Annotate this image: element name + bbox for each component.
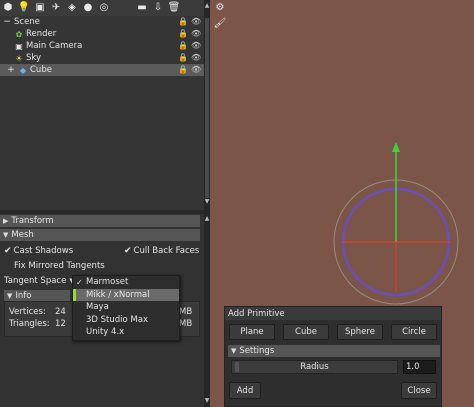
visibility-eye-icon[interactable]: 👁 [191,17,201,26]
tree-item-render[interactable]: ✿ Render 🔒 👁 [0,28,204,40]
tree-item-scene[interactable]: − Scene 🔒 👁 [0,16,204,28]
checkmark-icon: ✔ [4,246,12,256]
tree-item-label: Render [26,29,57,39]
tree-item-cube[interactable]: + ◆ Cube 🔒 👁 [0,64,204,76]
delete-icon[interactable]: 🗑 [168,2,181,14]
option-label: Mikk / xNormal [86,289,150,300]
fix-mirrored-tangents-checkbox[interactable]: Fix Mirrored Tangents [4,260,105,272]
lock-icon[interactable]: 🔒 [178,41,188,50]
tree-item-label: Main Camera [26,41,83,51]
slider-label: Radius [300,362,329,372]
checkbox-label: Cast Shadows [13,246,74,256]
select-label: Tangent Space [4,276,67,286]
panel-splitter[interactable] [0,210,204,214]
option-label: Unity 4.x [86,327,125,338]
tree-item-sky[interactable]: ☀ Sky 🔒 👁 [0,52,204,64]
tangent-space-dropdown: ✓ Marmoset Mikk / xNormal Maya 3D Studio… [72,275,180,341]
collapse-arrow-icon: ▼ [7,291,13,300]
section-title: Info [15,290,32,301]
slider-handle[interactable] [235,362,239,372]
scrollbar-thumb[interactable] [205,18,209,198]
settings-section-header[interactable]: ▼ Settings [228,345,440,357]
light-icon[interactable]: 💡 [18,2,30,14]
sky-icon: ☀ [15,53,23,63]
section-title: Transform [11,216,54,226]
render-icon: ✿ [15,29,23,39]
tree-item-label: Cube [30,65,52,75]
collapse-arrow-icon: ▼ [3,231,9,239]
mesh-section-header[interactable]: ▼ Mesh [0,229,200,241]
lock-icon[interactable]: 🔒 [178,29,188,38]
tree-item-main-camera[interactable]: ▣ Main Camera 🔒 👁 [0,40,204,52]
scene-tree: − Scene 🔒 👁 ✿ Render 🔒 👁 ▣ Main Camera 🔒… [0,16,204,210]
mesh-icon[interactable]: ◈ [66,2,78,14]
circle-button[interactable]: Circle [391,324,437,340]
camera-icon[interactable]: ▣ [34,2,46,14]
outliner-panel: ⬢ 💡 ▣ ✈ ◈ ● ◎ ▬ ⇩ 🗑 − Scene 🔒 👁 ✿ Render… [0,0,204,407]
radius-input[interactable]: 1.0 [403,360,436,374]
triangles-value: 12 [55,319,66,329]
cull-back-faces-checkbox[interactable]: ✔ Cull Back Faces [124,245,199,257]
checkmark-icon: ✓ [76,277,83,287]
tree-item-label: Scene [14,17,40,27]
add-button[interactable]: Add [229,382,261,399]
close-button[interactable]: Close [401,382,437,399]
import-icon[interactable]: ⇩ [152,2,164,14]
visibility-eye-icon[interactable]: 👁 [191,41,201,50]
open-folder-icon[interactable]: ▬ [136,2,148,14]
cast-shadows-checkbox[interactable]: ✔ Cast Shadows [4,245,73,257]
vertices-value: 24 [55,307,66,317]
material-icon[interactable]: ◎ [98,2,110,14]
dropdown-option-3d-studio-max[interactable]: 3D Studio Max [73,314,179,327]
lock-icon[interactable]: 🔒 [178,65,188,74]
main-toolbar: ⬢ 💡 ▣ ✈ ◈ ● ◎ ▬ ⇩ 🗑 [0,0,204,16]
memory-unit: MB [179,319,193,329]
y-axis-arrow-icon[interactable] [392,142,400,152]
tree-item-label: Sky [26,53,42,63]
sphere-button[interactable]: Sphere [337,324,383,340]
visibility-eye-icon[interactable]: 👁 [191,53,201,62]
expand-icon[interactable]: + [6,65,16,75]
vertices-label: Vertices: [9,307,46,317]
checkbox-label: Fix Mirrored Tangents [14,261,105,271]
checkbox-label: Cull Back Faces [133,246,200,256]
lock-icon[interactable]: 🔒 [178,53,188,62]
expand-arrow-icon: ▶ [3,217,9,225]
object-icon[interactable]: ⬢ [2,2,14,14]
add-primitive-panel: Add Primitive Plane Cube Sphere Circle ▼… [224,306,442,407]
collapse-icon[interactable]: − [2,17,12,27]
dropdown-option-maya[interactable]: Maya [73,301,179,314]
panel-title: Add Primitive [225,307,441,320]
option-label: Marmoset [86,277,129,288]
dropdown-option-unity[interactable]: Unity 4.x [73,326,179,339]
cube-button[interactable]: Cube [283,324,329,340]
sphere-icon[interactable]: ● [82,2,94,14]
visibility-eye-icon[interactable]: 👁 [191,65,201,74]
transform-section-header[interactable]: ▶ Transform [0,215,200,227]
section-title: Mesh [11,230,34,240]
curve-icon[interactable]: ✈ [50,2,62,14]
visibility-eye-icon[interactable]: 👁 [191,29,201,38]
lock-icon[interactable]: 🔒 [178,17,188,26]
dropdown-option-marmoset[interactable]: ✓ Marmoset [73,276,179,289]
plane-button[interactable]: Plane [229,324,275,340]
tangent-space-select[interactable]: Tangent Space ▼ [4,275,75,287]
dropdown-option-mikk-xnormal[interactable]: Mikk / xNormal [73,288,179,301]
info-section-header[interactable]: ▼ Info [4,290,70,301]
option-label: Maya [86,302,109,313]
checkmark-icon: ✔ [124,246,132,256]
radius-slider[interactable]: Radius [231,360,398,374]
collapse-arrow-icon: ▼ [231,347,237,355]
memory-unit: MB [179,307,193,317]
camera-icon: ▣ [15,41,23,51]
section-title: Settings [239,346,275,356]
mesh-icon: ◆ [19,65,27,75]
option-label: 3D Studio Max [86,314,149,325]
triangles-label: Triangles: [9,319,50,329]
